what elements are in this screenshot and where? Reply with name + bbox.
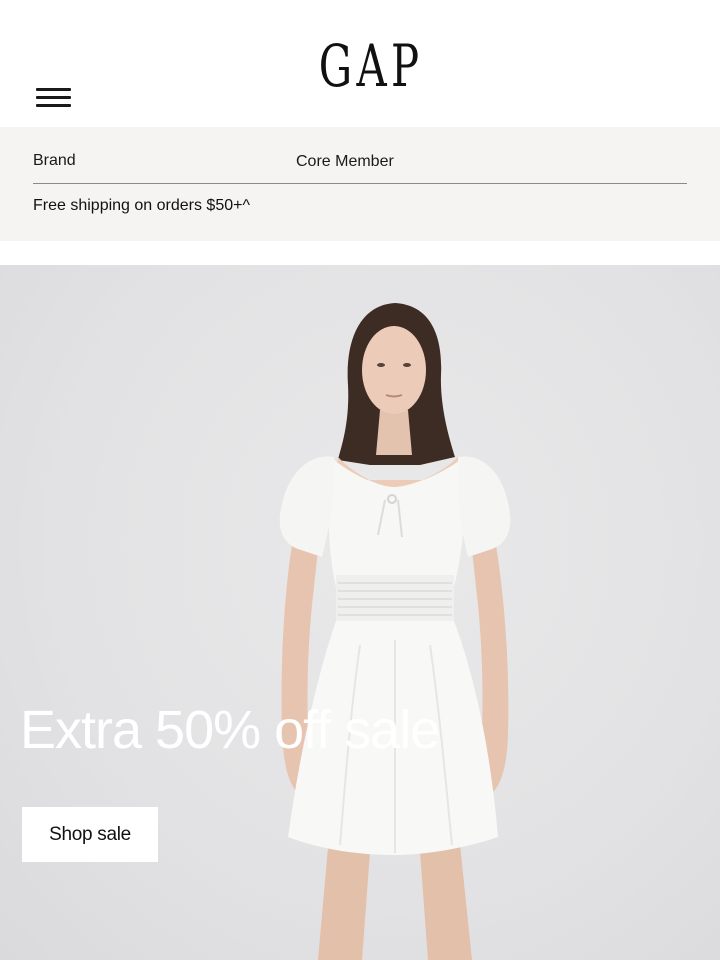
hamburger-menu-icon[interactable] (36, 88, 72, 110)
menu-bar-line (36, 96, 71, 99)
membership-tier-label: Core Member (296, 153, 394, 170)
hero-banner[interactable]: Extra 50% off sale Shop sale (0, 265, 720, 960)
site-header: GAP (0, 0, 720, 127)
gap-logo[interactable]: GAP (319, 30, 419, 102)
menu-bar-line (36, 88, 71, 91)
brand-label: Brand (33, 152, 76, 169)
menu-bar-line (36, 104, 71, 107)
hero-headline: Extra 50% off sale (20, 700, 440, 760)
free-shipping-link[interactable]: Free shipping on orders $50+^ (33, 196, 250, 216)
promo-bar (0, 127, 720, 241)
shop-sale-button[interactable]: Shop sale (22, 807, 158, 862)
promo-divider (33, 183, 687, 184)
